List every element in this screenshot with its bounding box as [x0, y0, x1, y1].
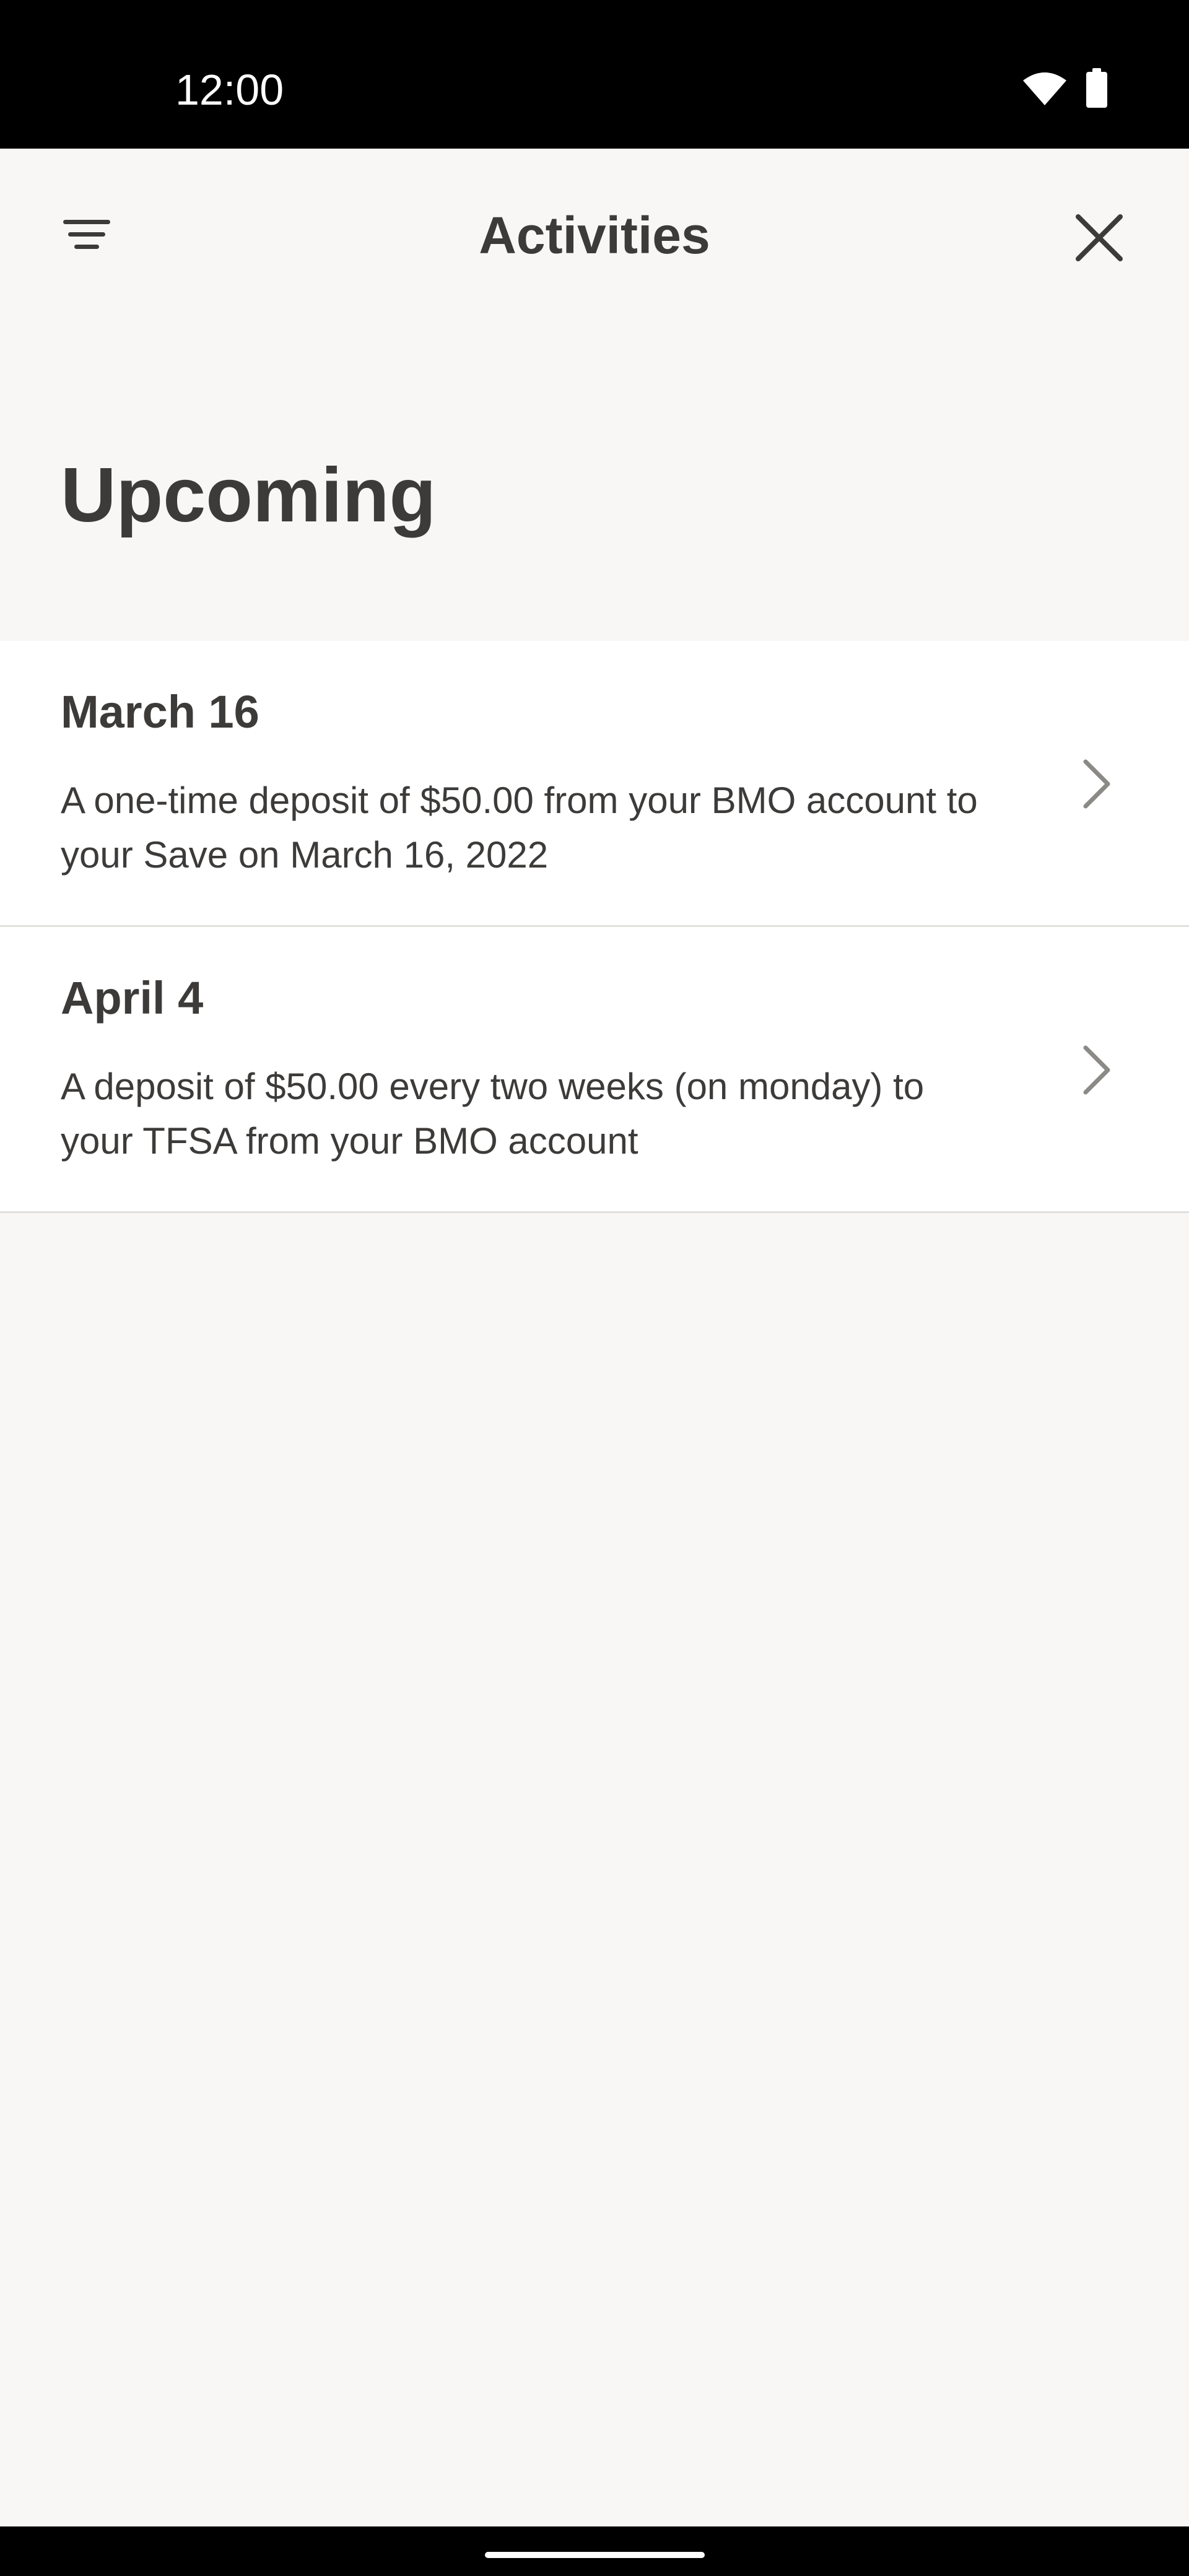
status-time: 12:00 — [175, 66, 284, 114]
status-icons — [1022, 67, 1108, 112]
activity-date: March 16 — [61, 686, 259, 738]
activity-item[interactable]: March 16 A one-time deposit of $50.00 fr… — [0, 641, 1189, 927]
navigation-bar — [0, 2526, 1189, 2576]
activity-date: April 4 — [61, 972, 204, 1024]
page-title: Activities — [479, 206, 710, 264]
activity-description: A one-time deposit of $50.00 from your B… — [61, 780, 978, 876]
chevron-right-icon — [1071, 756, 1121, 812]
activity-list: March 16 A one-time deposit of $50.00 fr… — [0, 641, 1189, 1213]
home-handle[interactable] — [485, 2552, 705, 2558]
close-icon — [1076, 214, 1123, 264]
activity-description: A deposit of $50.00 every two weeks (on … — [61, 1066, 925, 1162]
activity-item[interactable]: April 4 A deposit of $50.00 every two we… — [0, 927, 1189, 1213]
app-bar: Activities — [0, 149, 1189, 322]
chevron-right-icon — [1071, 1042, 1121, 1098]
status-bar: 12:00 — [0, 0, 1189, 149]
wifi-icon — [1022, 71, 1068, 110]
section-heading: Upcoming — [61, 453, 437, 538]
battery-icon — [1085, 67, 1108, 112]
close-button[interactable] — [1068, 208, 1130, 270]
